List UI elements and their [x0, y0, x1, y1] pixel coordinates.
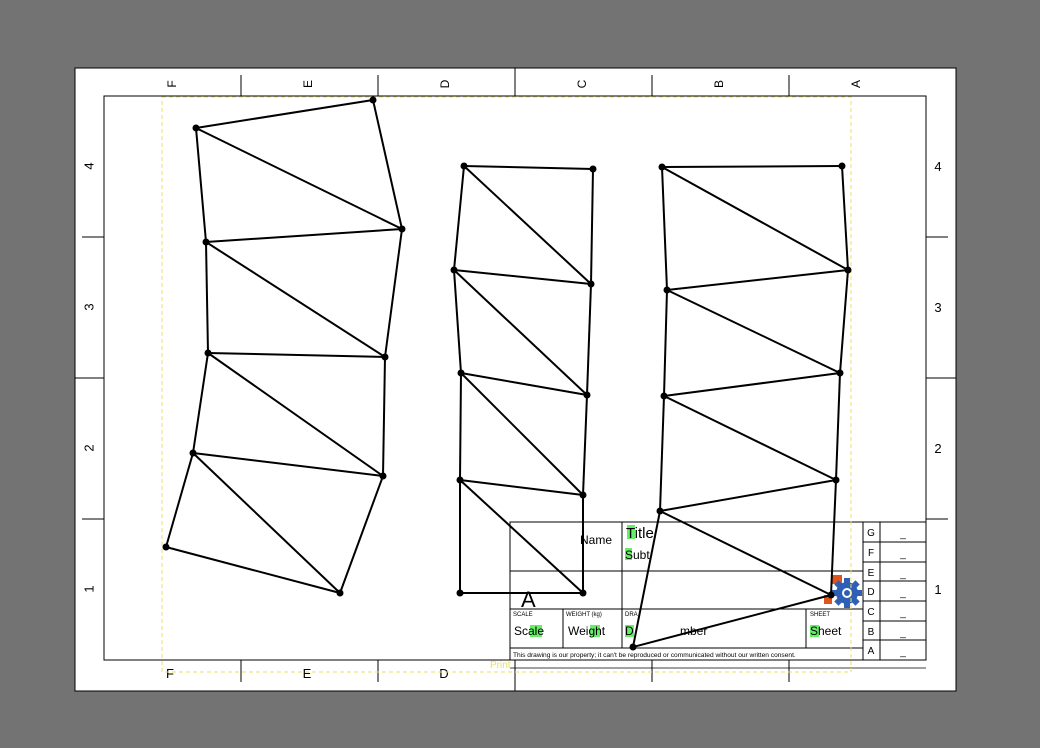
left-row-label: 2	[81, 444, 96, 451]
name-label: Name	[580, 533, 612, 547]
revision-letter: C	[867, 607, 874, 618]
scale-caption: SCALE	[513, 612, 533, 618]
bottom-col-label: F	[166, 666, 174, 681]
revision-letter: B	[868, 627, 875, 638]
mesh-vertex[interactable]	[663, 286, 671, 294]
top-col-label: B	[712, 80, 726, 88]
revision-value: _	[899, 628, 906, 639]
mesh-vertex[interactable]	[379, 472, 387, 480]
mesh-vertex[interactable]	[204, 349, 212, 357]
mesh-vertex[interactable]	[587, 280, 595, 288]
title-text: Title	[626, 525, 654, 542]
drawing-caption: DRA	[625, 612, 638, 618]
right-row-label: 1	[934, 582, 941, 597]
right-row-label: 2	[934, 441, 941, 456]
drawing-sheet: F E D C B A F E D 4 3 2 1 4 3 2 1 Title …	[74, 67, 957, 692]
mesh-vertex[interactable]	[660, 392, 668, 400]
revision-letter: D	[867, 587, 874, 598]
mesh-vertex[interactable]	[189, 449, 197, 457]
top-col-label: E	[301, 80, 315, 88]
weight-value: Weight	[568, 624, 606, 638]
sheet-caption: SHEET	[810, 612, 830, 618]
revision-value: _	[899, 529, 906, 540]
mesh-vertex[interactable]	[656, 507, 664, 515]
mesh-vertex[interactable]	[579, 491, 587, 499]
top-col-label: C	[575, 79, 589, 88]
revision-letter: A	[868, 646, 875, 657]
mesh-vertex[interactable]	[336, 589, 344, 597]
size-fragment: A	[521, 587, 536, 612]
mesh-vertex[interactable]	[844, 266, 852, 274]
revision-letters: G F E D C B A	[867, 528, 875, 657]
mesh-vertex[interactable]	[836, 369, 844, 377]
sheet-value: Sheet	[810, 624, 842, 638]
right-row-label: 4	[934, 159, 941, 174]
mesh-vertex[interactable]	[162, 543, 170, 551]
revision-values: _ _ _ _ _ _ _	[899, 529, 906, 658]
bottom-col-label: D	[439, 666, 448, 681]
weight-caption: WEIGHT (kg)	[566, 612, 602, 618]
mesh-vertex[interactable]	[589, 165, 597, 173]
scale-value: Scale	[514, 624, 544, 638]
mesh-vertex[interactable]	[583, 391, 591, 399]
subtitle-text: Subt	[625, 548, 650, 562]
left-row-label: 1	[81, 585, 96, 592]
print-area-label: Print	[490, 660, 511, 671]
mesh-vertex[interactable]	[838, 162, 846, 170]
mesh-vertex[interactable]	[381, 353, 389, 361]
mesh-vertex[interactable]	[369, 96, 377, 104]
top-col-label: A	[849, 80, 863, 88]
revision-value: _	[899, 588, 906, 599]
left-row-label: 4	[81, 162, 96, 169]
mesh-vertex[interactable]	[832, 476, 840, 484]
mesh-vertex[interactable]	[456, 589, 464, 597]
mesh-vertex[interactable]	[629, 643, 637, 651]
top-col-label: F	[165, 80, 179, 87]
mesh-vertex[interactable]	[579, 589, 587, 597]
revision-value: _	[899, 549, 906, 560]
mesh-vertex[interactable]	[202, 238, 210, 246]
mesh-vertex[interactable]	[450, 266, 458, 274]
top-col-label: D	[438, 79, 452, 88]
mesh-vertex[interactable]	[658, 163, 666, 171]
revision-letter: F	[868, 548, 874, 559]
revision-letter: G	[867, 528, 875, 539]
mesh-edge[interactable]	[661, 165, 843, 168]
mesh-vertex[interactable]	[192, 124, 200, 132]
mesh-edge[interactable]	[459, 372, 462, 481]
revision-letter: E	[868, 568, 875, 579]
mesh-vertex[interactable]	[457, 369, 465, 377]
bottom-col-label: E	[303, 666, 312, 681]
drawing-value: D	[625, 624, 634, 638]
revision-value: _	[899, 608, 906, 619]
right-row-label: 3	[934, 300, 941, 315]
mesh-vertex[interactable]	[456, 476, 464, 484]
left-row-label: 3	[81, 303, 96, 310]
disclaimer-text: This drawing is our property; it can't b…	[513, 652, 796, 659]
mesh-vertex[interactable]	[827, 591, 835, 599]
revision-value: _	[899, 647, 906, 658]
mesh-vertex[interactable]	[460, 162, 468, 170]
mesh-vertex[interactable]	[398, 225, 406, 233]
drawing-canvas[interactable]: F E D C B A F E D 4 3 2 1 4 3 2 1 Title …	[0, 0, 1040, 748]
revision-value: _	[899, 569, 906, 580]
